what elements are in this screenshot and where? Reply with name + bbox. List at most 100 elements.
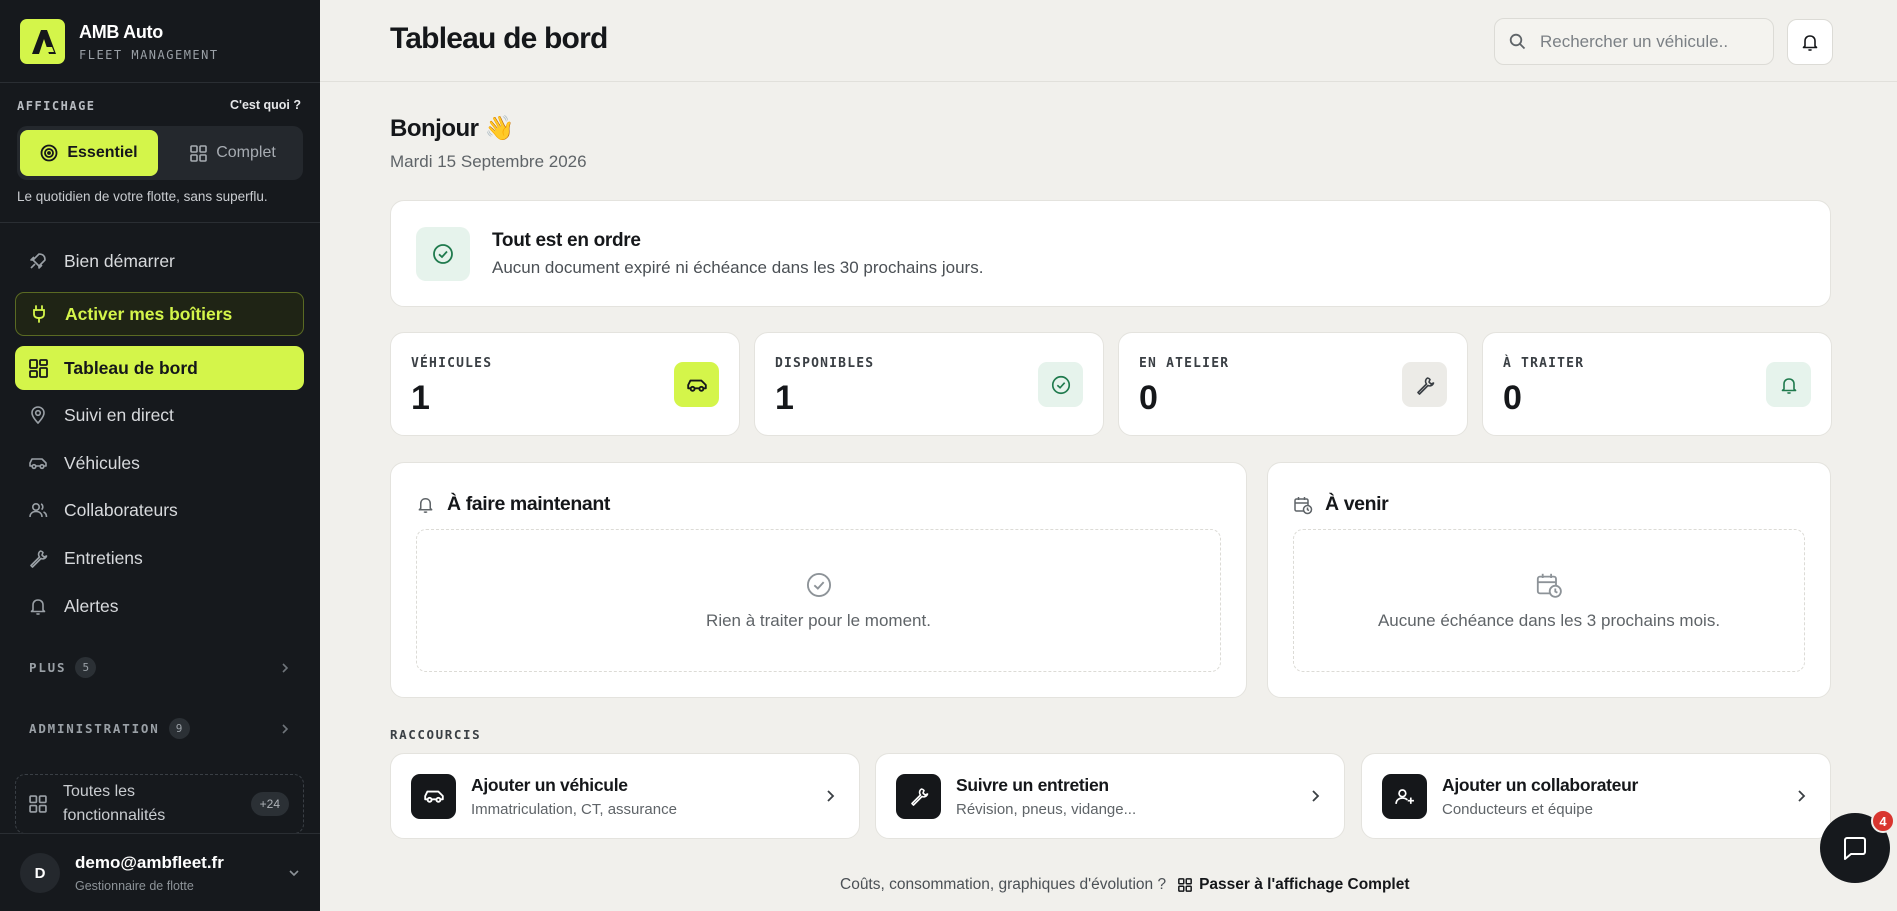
- nav-tracking-label: Suivi en direct: [64, 404, 174, 425]
- user-plus-icon: [1382, 773, 1427, 819]
- status-title: Tout est en ordre: [492, 229, 641, 251]
- nav-group-admin-count: 9: [168, 718, 190, 739]
- dashboard-icon: [28, 358, 48, 378]
- stat-card-workshop[interactable]: EN ATELIER 0: [1118, 332, 1468, 436]
- mode-essentiel-button[interactable]: Essentiel: [20, 130, 158, 176]
- nav-item-maintenance[interactable]: Entretiens: [15, 536, 304, 580]
- nav-alerts-label: Alertes: [64, 595, 119, 616]
- stat-card-available[interactable]: DISPONIBLES 1: [754, 332, 1104, 436]
- nav-item-activate[interactable]: Activer mes boîtiers: [15, 292, 304, 336]
- stat-label: À TRAITER: [1503, 356, 1585, 371]
- mode-complet-label: Complet: [216, 144, 276, 161]
- affichage-label: AFFICHAGE: [17, 99, 96, 113]
- check-circle-icon: [416, 226, 470, 281]
- shortcuts-label: RACCOURCIS: [390, 727, 482, 742]
- logo-icon: [20, 19, 65, 64]
- search-box[interactable]: [1494, 18, 1774, 65]
- nav-group-plus[interactable]: PLUS 5: [29, 657, 290, 678]
- todo-title: À faire maintenant: [447, 493, 610, 515]
- search-input[interactable]: [1540, 31, 1760, 52]
- todo-empty-text: Rien à traiter pour le moment.: [706, 610, 931, 630]
- shortcut-track-maintenance[interactable]: Suivre un entretien Révision, pneus, vid…: [875, 753, 1345, 839]
- all-features-button[interactable]: Toutes les fonctionnalités +24: [15, 774, 304, 834]
- user-role: Gestionnaire de flotte: [75, 879, 194, 893]
- nav-item-staff[interactable]: Collaborateurs: [15, 488, 304, 532]
- chevron-right-icon: [280, 662, 290, 674]
- wrench-icon: [896, 773, 941, 819]
- upcoming-empty-text: Aucune échéance dans les 3 prochains moi…: [1377, 610, 1721, 630]
- greeting-date: Mardi 15 Septembre 2026: [390, 152, 587, 171]
- display-mode-toggle: Essentiel Complet: [17, 126, 303, 180]
- calendar-clock-icon: [1293, 495, 1313, 515]
- switch-to-complete-label: Passer à l'affichage Complet: [1199, 876, 1410, 893]
- upcoming-panel: À venir Aucune échéance dans les 3 proch…: [1267, 462, 1831, 698]
- user-menu[interactable]: D demo@ambfleet.fr Gestionnaire de flott…: [20, 853, 300, 893]
- todo-empty-state: Rien à traiter pour le moment.: [416, 529, 1221, 672]
- stat-value: 1: [411, 379, 430, 417]
- car-icon: [674, 362, 719, 407]
- nav-start-label: Bien démarrer: [64, 250, 175, 271]
- chevron-down-icon: [288, 868, 300, 878]
- stat-value: 0: [1139, 379, 1158, 417]
- car-icon: [28, 453, 48, 473]
- check-circle-icon: [1038, 362, 1083, 407]
- wrench-icon: [1402, 362, 1447, 407]
- affichage-description: Le quotidien de votre flotte, sans super…: [17, 189, 268, 204]
- user-email: demo@ambfleet.fr: [75, 853, 224, 872]
- mode-essentiel-label: Essentiel: [67, 144, 138, 161]
- grid-icon: [29, 795, 47, 813]
- shortcut-title: Suivre un entretien: [956, 774, 1109, 795]
- chat-icon: [1841, 834, 1869, 862]
- nav-item-vehicles[interactable]: Véhicules: [15, 441, 304, 485]
- status-text: Aucun document expiré ni échéance dans l…: [492, 257, 984, 277]
- brand[interactable]: AMB Auto FLEET MANAGEMENT: [20, 19, 219, 64]
- divider: [0, 833, 320, 834]
- brand-subtitle: FLEET MANAGEMENT: [79, 47, 219, 62]
- all-features-label: Toutes les fonctionnalités: [63, 783, 166, 824]
- shortcut-title: Ajouter un collaborateur: [1442, 774, 1639, 795]
- shortcut-title: Ajouter un véhicule: [471, 774, 628, 795]
- nav-item-tracking[interactable]: Suivi en direct: [15, 393, 304, 437]
- stat-value: 0: [1503, 379, 1522, 417]
- shortcut-add-collaborator[interactable]: Ajouter un collaborateur Conducteurs et …: [1361, 753, 1831, 839]
- nav-vehicles-label: Véhicules: [64, 452, 140, 473]
- bell-icon: [1766, 362, 1811, 407]
- chat-badge: 4: [1871, 809, 1895, 833]
- todo-panel: À faire maintenant Rien à traiter pour l…: [390, 462, 1247, 698]
- brand-name: AMB Auto: [79, 21, 163, 42]
- nav-item-start[interactable]: Bien démarrer: [15, 239, 304, 283]
- check-circle-icon: [805, 571, 833, 599]
- avatar: D: [20, 853, 60, 893]
- nav-item-alerts[interactable]: Alertes: [15, 584, 304, 628]
- mode-complet-button[interactable]: Complet: [166, 130, 300, 176]
- rocket-icon: [28, 251, 48, 271]
- switch-to-complete-link[interactable]: Passer à l'affichage Complet: [1178, 876, 1410, 894]
- wrench-icon: [28, 548, 48, 568]
- calendar-clock-icon: [1535, 571, 1563, 599]
- nav-maintenance-label: Entretiens: [64, 547, 143, 568]
- footer-note: Coûts, consommation, graphiques d'évolut…: [840, 876, 1410, 894]
- nav-dashboard-label: Tableau de bord: [64, 357, 198, 378]
- bell-icon: [416, 495, 435, 514]
- status-card: Tout est en ordre Aucun document expiré …: [390, 200, 1831, 307]
- chevron-right-icon: [1796, 789, 1806, 803]
- affichage-help-link[interactable]: C'est quoi ?: [230, 98, 301, 112]
- bell-icon: [28, 596, 48, 616]
- shortcut-add-vehicle[interactable]: Ajouter un véhicule Immatriculation, CT,…: [390, 753, 860, 839]
- stat-card-to-process[interactable]: À TRAITER 0: [1482, 332, 1832, 436]
- page-title: Tableau de bord: [390, 22, 608, 55]
- target-icon: [40, 144, 58, 162]
- stat-card-vehicles[interactable]: VÉHICULES 1: [390, 332, 740, 436]
- nav-group-admin[interactable]: ADMINISTRATION 9: [29, 718, 290, 739]
- map-pin-icon: [28, 405, 48, 425]
- nav-activate-label: Activer mes boîtiers: [65, 303, 233, 324]
- stat-label: DISPONIBLES: [775, 356, 875, 371]
- sidebar: AMB Auto FLEET MANAGEMENT AFFICHAGE C'es…: [0, 0, 320, 911]
- footer-question: Coûts, consommation, graphiques d'évolut…: [840, 876, 1167, 893]
- nav-group-plus-label: PLUS: [29, 660, 67, 675]
- notifications-button[interactable]: [1787, 19, 1833, 65]
- nav-item-dashboard[interactable]: Tableau de bord: [15, 346, 304, 390]
- grid-icon: [190, 144, 208, 162]
- nav-staff-label: Collaborateurs: [64, 499, 178, 520]
- bell-icon: [1800, 32, 1820, 52]
